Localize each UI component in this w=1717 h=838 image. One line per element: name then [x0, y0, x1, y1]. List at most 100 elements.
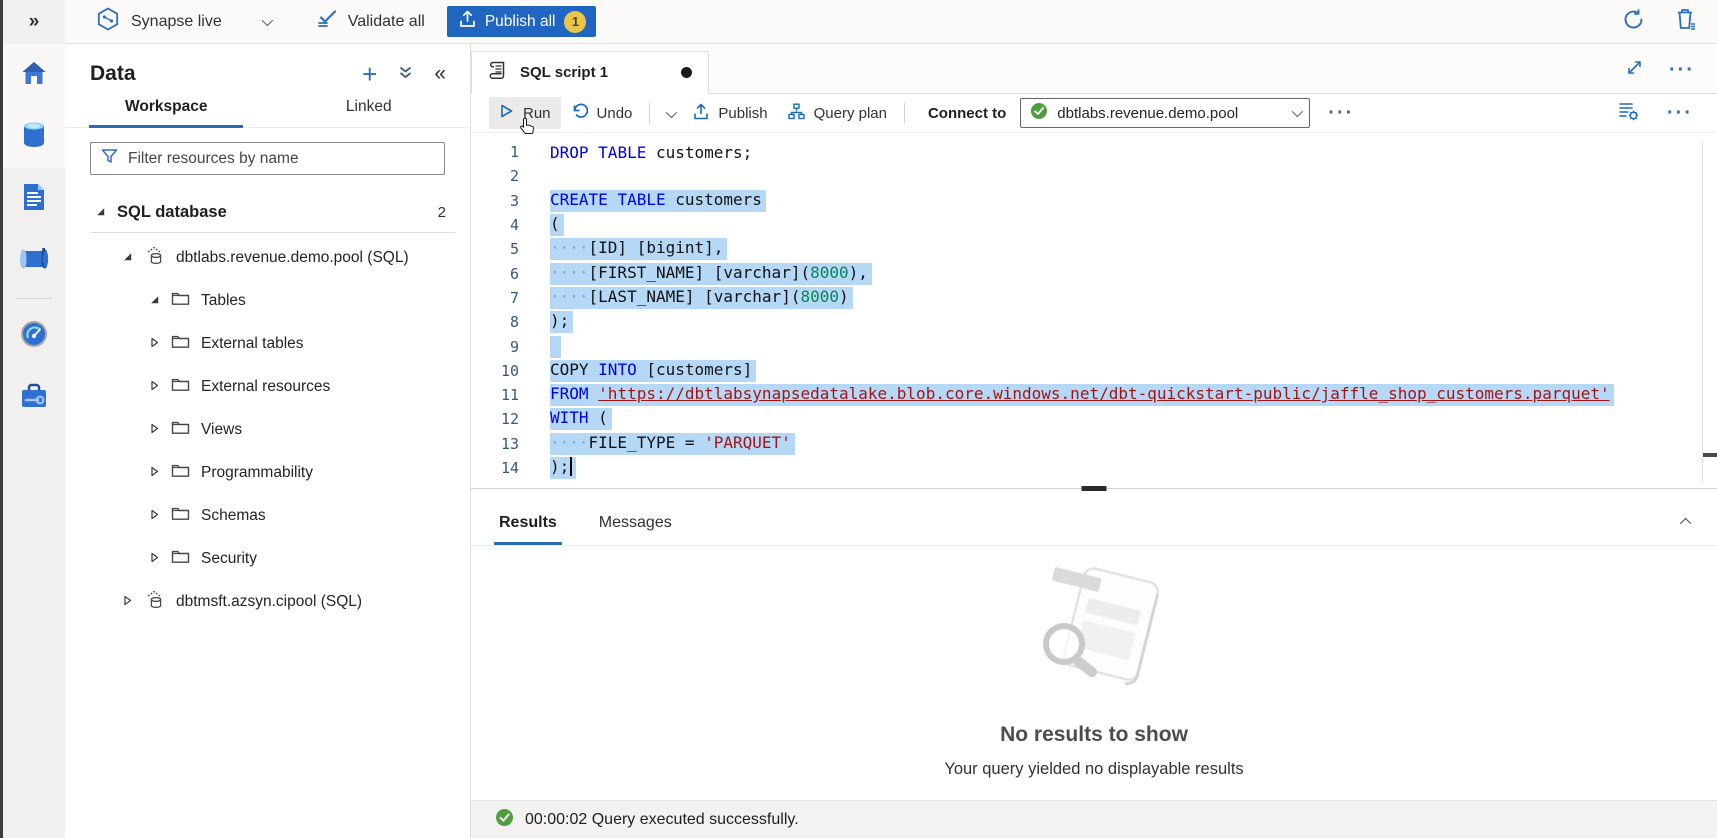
sidebar-item-develop[interactable]: [3, 168, 65, 230]
tab-results[interactable]: Results: [499, 514, 557, 545]
sidebar-item-monitor[interactable]: [3, 305, 65, 367]
connect-to-label: Connect to: [928, 105, 1006, 122]
sidebar-item-data[interactable]: [3, 106, 65, 168]
add-resource-button[interactable]: +: [362, 64, 377, 84]
line-number: 12: [471, 410, 519, 428]
code-line-content: ····[FIRST_NAME] [varchar](8000),: [550, 263, 872, 285]
synapse-live-icon: [97, 7, 119, 36]
code-line-2[interactable]: 2: [471, 164, 1717, 188]
sidebar-item-home[interactable]: [3, 44, 65, 106]
editor-scrollbar-track[interactable]: [1702, 141, 1703, 483]
trash-icon[interactable]: [1675, 7, 1697, 36]
toolbar-separator: [904, 103, 905, 123]
editor-more-icon[interactable]: ···: [1667, 108, 1693, 118]
caret-collapsed-icon: [122, 593, 133, 611]
collapse-results-icon[interactable]: [1683, 513, 1691, 531]
tree-item-label: Programmability: [201, 464, 313, 482]
results-header: Results Messages: [471, 494, 1717, 546]
tab-sql-script-1[interactable]: SQL script 1: [471, 51, 709, 94]
tree-item-label: Views: [201, 421, 242, 439]
line-number: 11: [471, 386, 519, 404]
pool-name: dbtlabs.revenue.demo.pool: [1057, 105, 1238, 122]
code-line-6[interactable]: 6····[FIRST_NAME] [varchar](8000),: [471, 261, 1717, 285]
code-line-7[interactable]: 7····[LAST_NAME] [varchar](8000): [471, 286, 1717, 310]
no-results-illustration: [1014, 566, 1174, 697]
caret-collapsed-icon: [149, 550, 160, 568]
query-plan-button[interactable]: Query plan: [778, 97, 897, 130]
tree-section-sql-database[interactable]: SQL database 2: [65, 195, 470, 229]
page-title: Data: [90, 62, 136, 86]
undo-button[interactable]: Undo: [561, 97, 643, 129]
publish-all-button[interactable]: Publish all 1: [447, 6, 597, 37]
code-line-13[interactable]: 13····FILE_TYPE = 'PARQUET': [471, 432, 1717, 456]
pool-selector[interactable]: dbtlabs.revenue.demo.pool: [1020, 98, 1310, 128]
results-empty-state: No results to show Your query yielded no…: [471, 546, 1717, 800]
top-command-bar: Synapse live Validate all Publish all 1: [65, 0, 1717, 44]
chevron-down-icon: [261, 14, 272, 25]
database-icon: [21, 121, 47, 154]
empty-results-subtitle: Your query yielded no displayable result…: [944, 760, 1243, 779]
expand-editor-icon[interactable]: [1626, 59, 1643, 81]
more-actions-icon[interactable]: ···: [1669, 65, 1695, 75]
tree-item-security[interactable]: Security: [65, 537, 470, 580]
tree-item-label: dbtlabs.revenue.demo.pool (SQL): [176, 249, 409, 267]
editor-scrollbar-thumb[interactable]: [1703, 453, 1717, 457]
sidebar-item-integrate[interactable]: [3, 230, 65, 292]
code-line-12[interactable]: 12WITH (: [471, 407, 1717, 431]
code-line-10[interactable]: 10COPY INTO [customers]: [471, 359, 1717, 383]
code-line-4[interactable]: 4(: [471, 213, 1717, 237]
tree-item-external-tables[interactable]: External tables: [65, 322, 470, 365]
code-line-14[interactable]: 14);: [471, 456, 1717, 480]
code-line-content: ····[LAST_NAME] [varchar](8000): [550, 287, 853, 309]
toolbar-more-icon[interactable]: ···: [1328, 108, 1354, 118]
code-line-content: CREATE TABLE customers: [550, 190, 766, 212]
tree-item-views[interactable]: Views: [65, 408, 470, 451]
code-line-content: );: [550, 311, 573, 333]
tree-item-dbtlabs-revenue-demo-pool-sql[interactable]: dbtlabs.revenue.demo.pool (SQL): [65, 236, 470, 279]
editor-toolbar: Run Undo Publish: [471, 94, 1717, 133]
code-line-content: ····[ID] [bigint],: [550, 238, 727, 260]
publish-button[interactable]: Publish: [683, 97, 777, 130]
code-line-3[interactable]: 3 CREATE TABLE customers: [471, 189, 1717, 213]
code-line-9[interactable]: 9: [471, 334, 1717, 358]
tree-item-programmability[interactable]: Programmability: [65, 451, 470, 494]
filter-input[interactable]: [128, 150, 434, 168]
tab-messages[interactable]: Messages: [599, 514, 672, 545]
sidebar-item-manage[interactable]: [3, 367, 65, 429]
tree-section-count: 2: [438, 204, 446, 221]
run-options-chevron[interactable]: [657, 99, 683, 128]
folder-icon: [171, 290, 190, 312]
sql-code-editor[interactable]: 1DROP TABLE customers;2 3 CREATE TABLE cus…: [471, 133, 1717, 483]
tree-item-schemas[interactable]: Schemas: [65, 494, 470, 537]
code-line-11[interactable]: 11 FROM 'https://dbtlabsynapsedatalake.bl…: [471, 383, 1717, 407]
tree-item-label: Security: [201, 550, 257, 568]
folder-icon: [171, 376, 190, 398]
tree-item-dbtmsft-azsyn-cipool-sql[interactable]: dbtmsft.azsyn.cipool (SQL): [65, 580, 470, 623]
collapse-all-icon[interactable]: [398, 64, 413, 85]
tree-item-label: External resources: [201, 378, 330, 396]
validate-all-button[interactable]: Validate all: [316, 9, 425, 34]
tree-item-external-resources[interactable]: External resources: [65, 365, 470, 408]
code-line-content: FROM 'https://dbtlabsynapsedatalake.blob…: [550, 384, 1614, 406]
query-status-bar: 00:00:02 Query executed successfully.: [471, 800, 1717, 838]
folder-icon: [171, 333, 190, 355]
properties-icon[interactable]: [1618, 101, 1639, 125]
refresh-icon[interactable]: [1622, 8, 1645, 36]
splitter-grip[interactable]: [1082, 486, 1107, 491]
code-line-8[interactable]: 8);: [471, 310, 1717, 334]
code-line-1[interactable]: 1DROP TABLE customers;: [471, 140, 1717, 164]
status-message: 00:00:02 Query executed successfully.: [525, 811, 799, 829]
mode-selector[interactable]: Synapse live: [97, 7, 270, 36]
tree-item-tables[interactable]: Tables: [65, 279, 470, 322]
tab-linked[interactable]: Linked: [268, 98, 471, 127]
expand-sidebar-icon[interactable]: »: [3, 0, 65, 44]
line-number: 3: [471, 192, 519, 210]
text-cursor: [570, 457, 572, 476]
code-line-5[interactable]: 5····[ID] [bigint],: [471, 237, 1717, 261]
tab-workspace[interactable]: Workspace: [65, 98, 268, 127]
collapse-panel-icon[interactable]: «: [434, 62, 446, 86]
pipeline-icon: [19, 248, 49, 275]
folder-icon: [171, 505, 190, 527]
line-number: 9: [471, 338, 519, 356]
toolbar-separator: [649, 103, 650, 123]
